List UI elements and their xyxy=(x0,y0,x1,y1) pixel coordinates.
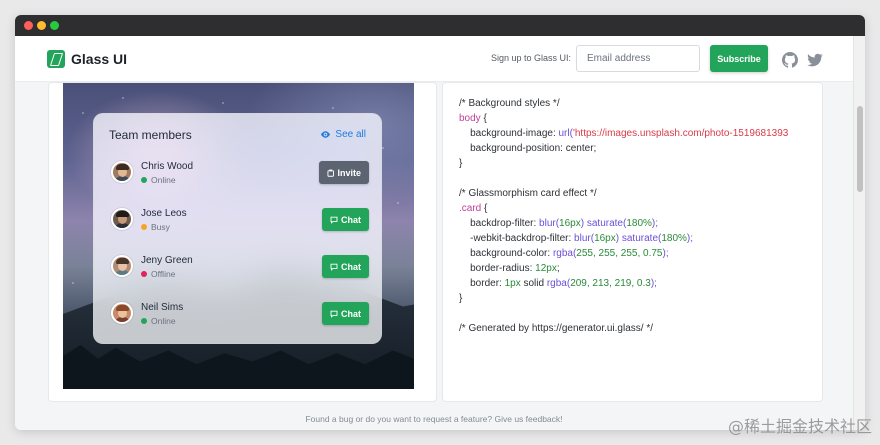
member-row: Chris Wood Online Invite xyxy=(109,158,369,188)
code-line: /* Background styles */ xyxy=(459,98,560,109)
code-line: background-position: center; xyxy=(459,143,597,154)
scrollbar-thumb[interactable] xyxy=(857,106,863,192)
code-line: /* Glassmorphism card effect */ xyxy=(459,188,597,199)
code-line: .card { xyxy=(459,203,488,214)
status-dot xyxy=(141,271,147,277)
subscribe-button[interactable]: Subscribe xyxy=(710,45,768,72)
browser-window: Glass UI Sign up to Glass UI: Subscribe … xyxy=(15,15,865,430)
github-icon[interactable] xyxy=(782,52,798,68)
see-all-label: See all xyxy=(335,129,366,140)
avatar xyxy=(111,255,133,277)
member-name: Neil Sims xyxy=(141,302,184,313)
member-row: Jeny Green Offline Chat xyxy=(109,252,369,282)
code-line: } xyxy=(459,293,463,304)
member-status: Online xyxy=(141,316,176,326)
code-line: } xyxy=(459,158,463,169)
eye-icon xyxy=(321,131,331,138)
code-line: border: 1px solid rgba(209, 213, 219, 0.… xyxy=(459,278,657,289)
code-line: -webkit-backdrop-filter: blur(16px) satu… xyxy=(459,233,694,244)
title-bar xyxy=(15,15,865,36)
member-name: Jeny Green xyxy=(141,255,193,266)
status-label: Online xyxy=(151,175,176,185)
close-window-button[interactable] xyxy=(24,21,33,30)
code-line: border-radius: 12px; xyxy=(459,263,560,274)
glass-logo-icon xyxy=(47,50,65,68)
chat-icon xyxy=(330,310,338,318)
status-dot xyxy=(141,177,147,183)
chat-icon xyxy=(330,263,338,271)
brand-name: Glass UI xyxy=(71,51,128,67)
member-name: Jose Leos xyxy=(141,208,187,219)
code-line: backdrop-filter: blur(16px) saturate(180… xyxy=(459,218,659,229)
invite-button[interactable]: Invite xyxy=(319,161,369,184)
chat-label: Chat xyxy=(341,308,361,319)
invite-icon xyxy=(327,169,335,177)
team-members-card: Team members See all Chris Wood Online I… xyxy=(93,113,382,344)
status-dot xyxy=(141,224,147,230)
invite-label: Invite xyxy=(337,167,361,178)
status-label: Online xyxy=(151,316,176,326)
member-status: Online xyxy=(141,175,176,185)
card-title: Team members xyxy=(109,128,192,142)
avatar xyxy=(111,161,133,183)
member-row: Jose Leos Busy Chat xyxy=(109,205,369,235)
background-image: Team members See all Chris Wood Online I… xyxy=(63,83,414,389)
email-input[interactable] xyxy=(576,45,700,72)
chat-label: Chat xyxy=(341,214,361,225)
code-line: body { xyxy=(459,113,487,124)
maximize-window-button[interactable] xyxy=(50,21,59,30)
member-row: Neil Sims Online Chat xyxy=(109,299,369,329)
css-code-panel[interactable]: /* Background styles */ body { backgroun… xyxy=(442,82,823,402)
code-line: background-color: rgba(255, 255, 255, 0.… xyxy=(459,248,669,259)
watermark: @稀土掘金技术社区 xyxy=(727,417,872,436)
twitter-icon[interactable] xyxy=(807,52,823,68)
member-name: Chris Wood xyxy=(141,161,194,172)
status-label: Offline xyxy=(151,269,176,279)
chat-label: Chat xyxy=(341,261,361,272)
page-viewport: Glass UI Sign up to Glass UI: Subscribe … xyxy=(15,36,865,430)
member-status: Offline xyxy=(141,269,175,279)
chat-button[interactable]: Chat xyxy=(322,302,369,325)
status-dot xyxy=(141,318,147,324)
code-line: /* Generated by https://generator.ui.gla… xyxy=(459,323,654,334)
page-scrollbar[interactable] xyxy=(853,36,865,430)
top-navbar: Glass UI Sign up to Glass UI: Subscribe xyxy=(15,36,853,82)
signup-label: Sign up to Glass UI: xyxy=(491,53,572,63)
status-label: Busy xyxy=(151,222,170,232)
see-all-link[interactable]: See all xyxy=(320,129,366,140)
chat-icon xyxy=(330,216,338,224)
chat-button[interactable]: Chat xyxy=(322,208,369,231)
preview-panel: Team members See all Chris Wood Online I… xyxy=(48,82,437,402)
brand-logo[interactable]: Glass UI xyxy=(47,50,127,68)
avatar xyxy=(111,208,133,230)
member-status: Busy xyxy=(141,222,170,232)
avatar xyxy=(111,302,133,324)
minimize-window-button[interactable] xyxy=(37,21,46,30)
chat-button[interactable]: Chat xyxy=(322,255,369,278)
code-line: background-image: url('https://images.un… xyxy=(459,128,789,139)
